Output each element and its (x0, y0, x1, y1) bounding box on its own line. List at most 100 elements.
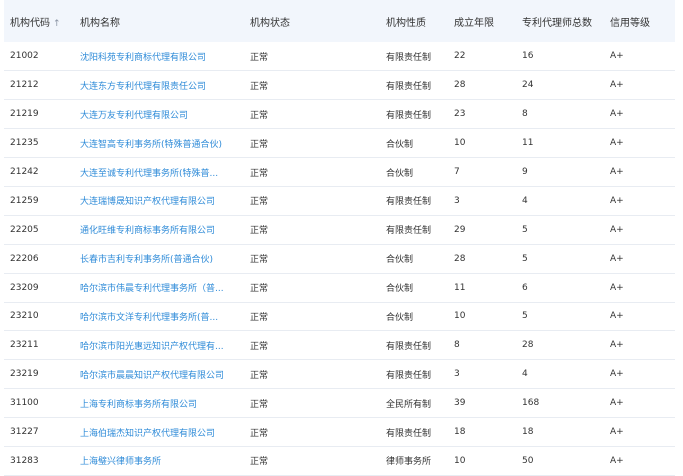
cell-status: 正常 (250, 255, 269, 266)
cell-nature: 有限责任制 (386, 226, 432, 237)
sort-up-icon[interactable]: ↑ (53, 19, 61, 29)
cell-status: 正常 (250, 399, 269, 410)
cell-agents: 8 (522, 109, 528, 120)
cell-agents: 5 (522, 224, 528, 235)
cell-nature: 有限责任制 (386, 341, 432, 352)
cell-status: 正常 (250, 312, 269, 323)
agency-name-link[interactable]: 哈尔滨市晨晨知识产权代理有限公司 (80, 371, 224, 381)
cell-agents: 168 (522, 398, 540, 409)
cell-status: 正常 (250, 341, 269, 352)
cell-name: 上海伯瑞杰知识产权代理有限公司 (80, 418, 250, 447)
cell-code: 22206 (10, 253, 39, 264)
cell-year: 3 (454, 369, 460, 380)
cell-status: 正常 (250, 370, 269, 381)
agency-name-link[interactable]: 哈尔滨市阳光惠远知识产权代理有... (80, 342, 224, 352)
cell-credit: A+ (610, 51, 624, 62)
cell-code: 21235 (10, 138, 39, 149)
agency-name-link[interactable]: 上海璧兴律师事务所 (80, 457, 161, 467)
cell-year: 3 (454, 195, 460, 206)
cell-nature: 合伙制 (386, 168, 414, 179)
cell-nature: 有限责任制 (386, 110, 432, 121)
cell-credit: A+ (610, 340, 624, 351)
agency-name-link[interactable]: 大连至诚专利代理事务所(特殊普... (80, 169, 218, 179)
cell-nature: 有限责任制 (386, 370, 432, 381)
cell-year: 8 (454, 340, 460, 351)
cell-status: 正常 (250, 110, 269, 121)
agency-name-link[interactable]: 大连智高专利事务所(特殊普通合伙) (80, 140, 222, 150)
cell-code: 31283 (10, 455, 39, 466)
table-row: 31100 上海专利商标事务所有限公司 正常 全民所有制 39 168 A+ (4, 389, 675, 418)
column-header-code[interactable]: 机构代码 ↑ (4, 0, 80, 42)
cell-year: 23 (454, 109, 466, 120)
cell-year: 10 (454, 311, 466, 322)
column-header-code-label: 机构代码 (10, 17, 50, 29)
table-row: 21219 大连万友专利代理有限公司 正常 有限责任制 23 8 A+ (4, 100, 675, 129)
cell-status: 正常 (250, 197, 269, 208)
cell-credit: A+ (610, 224, 624, 235)
cell-name: 沈阳科苑专利商标代理有限公司 (80, 42, 250, 71)
cell-nature: 律师事务所 (386, 457, 432, 468)
cell-name: 上海璧兴律师事务所 (80, 446, 250, 475)
cell-agents: 9 (522, 167, 528, 177)
table-body: 21002 沈阳科苑专利商标代理有限公司 正常 有限责任制 22 16 A+ 21212 大连东… (4, 42, 675, 476)
table-row: 21259 大连瑞博晟知识产权代理有限公司 正常 有限责任制 3 4 A+ (4, 186, 675, 216)
table-row: 31227 上海伯瑞杰知识产权代理有限公司 正常 有限责任制 18 18 A+ (4, 418, 675, 447)
cell-status: 正常 (250, 284, 269, 295)
agency-name-link[interactable]: 上海专利商标事务所有限公司 (80, 400, 197, 410)
table-row: 21212 大连东方专利代理有限责任公司 正常 有限责任制 28 24 A+ (4, 71, 675, 100)
cell-name: 大连智高专利事务所(特殊普通合伙) (80, 129, 250, 158)
cell-agents: 4 (522, 369, 528, 380)
cell-credit: A+ (610, 253, 624, 264)
cell-credit: A+ (610, 427, 624, 438)
cell-year: 28 (454, 253, 466, 264)
cell-year: 18 (454, 427, 466, 438)
cell-nature: 有限责任制 (386, 428, 432, 439)
agency-name-link[interactable]: 大连万友专利代理有限公司 (80, 111, 188, 121)
cell-agents: 50 (522, 455, 534, 466)
cell-code: 22205 (10, 224, 39, 235)
cell-name: 大连至诚专利代理事务所(特殊普... (80, 158, 250, 187)
agency-name-link[interactable]: 大连东方专利代理有限责任公司 (80, 82, 206, 92)
cell-agents: 6 (522, 282, 528, 293)
cell-agents: 5 (522, 311, 528, 322)
table-row: 23211 哈尔滨市阳光惠远知识产权代理有... 正常 有限责任制 8 28 A+ (4, 331, 675, 360)
table-row: 22206 长春市吉利专利事务所(普通合伙) 正常 合伙制 28 5 A+ (4, 244, 675, 274)
table-row: 21002 沈阳科苑专利商标代理有限公司 正常 有限责任制 22 16 A+ (4, 42, 675, 71)
cell-agents: 11 (522, 138, 534, 149)
cell-status: 正常 (250, 52, 269, 63)
cell-nature: 有限责任制 (386, 81, 432, 92)
cell-credit: A+ (610, 80, 624, 91)
cell-name: 长春市吉利专利事务所(普通合伙) (80, 244, 250, 273)
cell-nature: 合伙制 (386, 312, 414, 323)
agency-name-link[interactable]: 哈尔滨市伟晨专利代理事务所（普... (80, 284, 224, 294)
cell-status: 正常 (250, 457, 269, 468)
cell-year: 29 (454, 224, 466, 235)
cell-name: 大连东方专利代理有限责任公司 (80, 71, 250, 100)
column-header-nature: 机构性质 (386, 17, 426, 29)
cell-year: 28 (454, 80, 466, 91)
cell-year: 10 (454, 138, 466, 149)
cell-agents: 5 (522, 253, 528, 264)
cell-name: 哈尔滨市阳光惠远知识产权代理有... (80, 331, 250, 360)
cell-credit: A+ (610, 455, 624, 466)
agency-name-link[interactable]: 通化旺维专利商标事务所有限公司 (80, 226, 215, 236)
cell-nature: 合伙制 (386, 255, 414, 266)
column-header-year: 成立年限 (454, 17, 494, 29)
cell-agents: 24 (522, 80, 534, 91)
agency-name-link[interactable]: 长春市吉利专利事务所(普通合伙) (80, 255, 213, 265)
cell-nature: 全民所有制 (386, 399, 432, 410)
agency-name-link[interactable]: 大连瑞博晟知识产权代理有限公司 (80, 197, 215, 207)
cell-name: 哈尔滨市文洋专利代理事务所(普... (80, 302, 250, 331)
cell-credit: A+ (610, 282, 624, 293)
table-row: 23209 哈尔滨市伟晨专利代理事务所（普... 正常 合伙制 11 6 A+ (4, 273, 675, 303)
cell-year: 7 (454, 167, 460, 177)
agency-name-link[interactable]: 哈尔滨市文洋专利代理事务所(普... (80, 313, 218, 323)
cell-year: 39 (454, 398, 466, 409)
table-row: 21235 大连智高专利事务所(特殊普通合伙) 正常 合伙制 10 11 A+ (4, 129, 675, 158)
agency-name-link[interactable]: 沈阳科苑专利商标代理有限公司 (80, 53, 206, 63)
cell-year: 10 (454, 455, 466, 466)
cell-code: 21242 (10, 167, 39, 177)
agency-name-link[interactable]: 上海伯瑞杰知识产权代理有限公司 (80, 429, 215, 439)
cell-status: 正常 (250, 226, 269, 237)
cell-code: 31227 (10, 427, 39, 438)
